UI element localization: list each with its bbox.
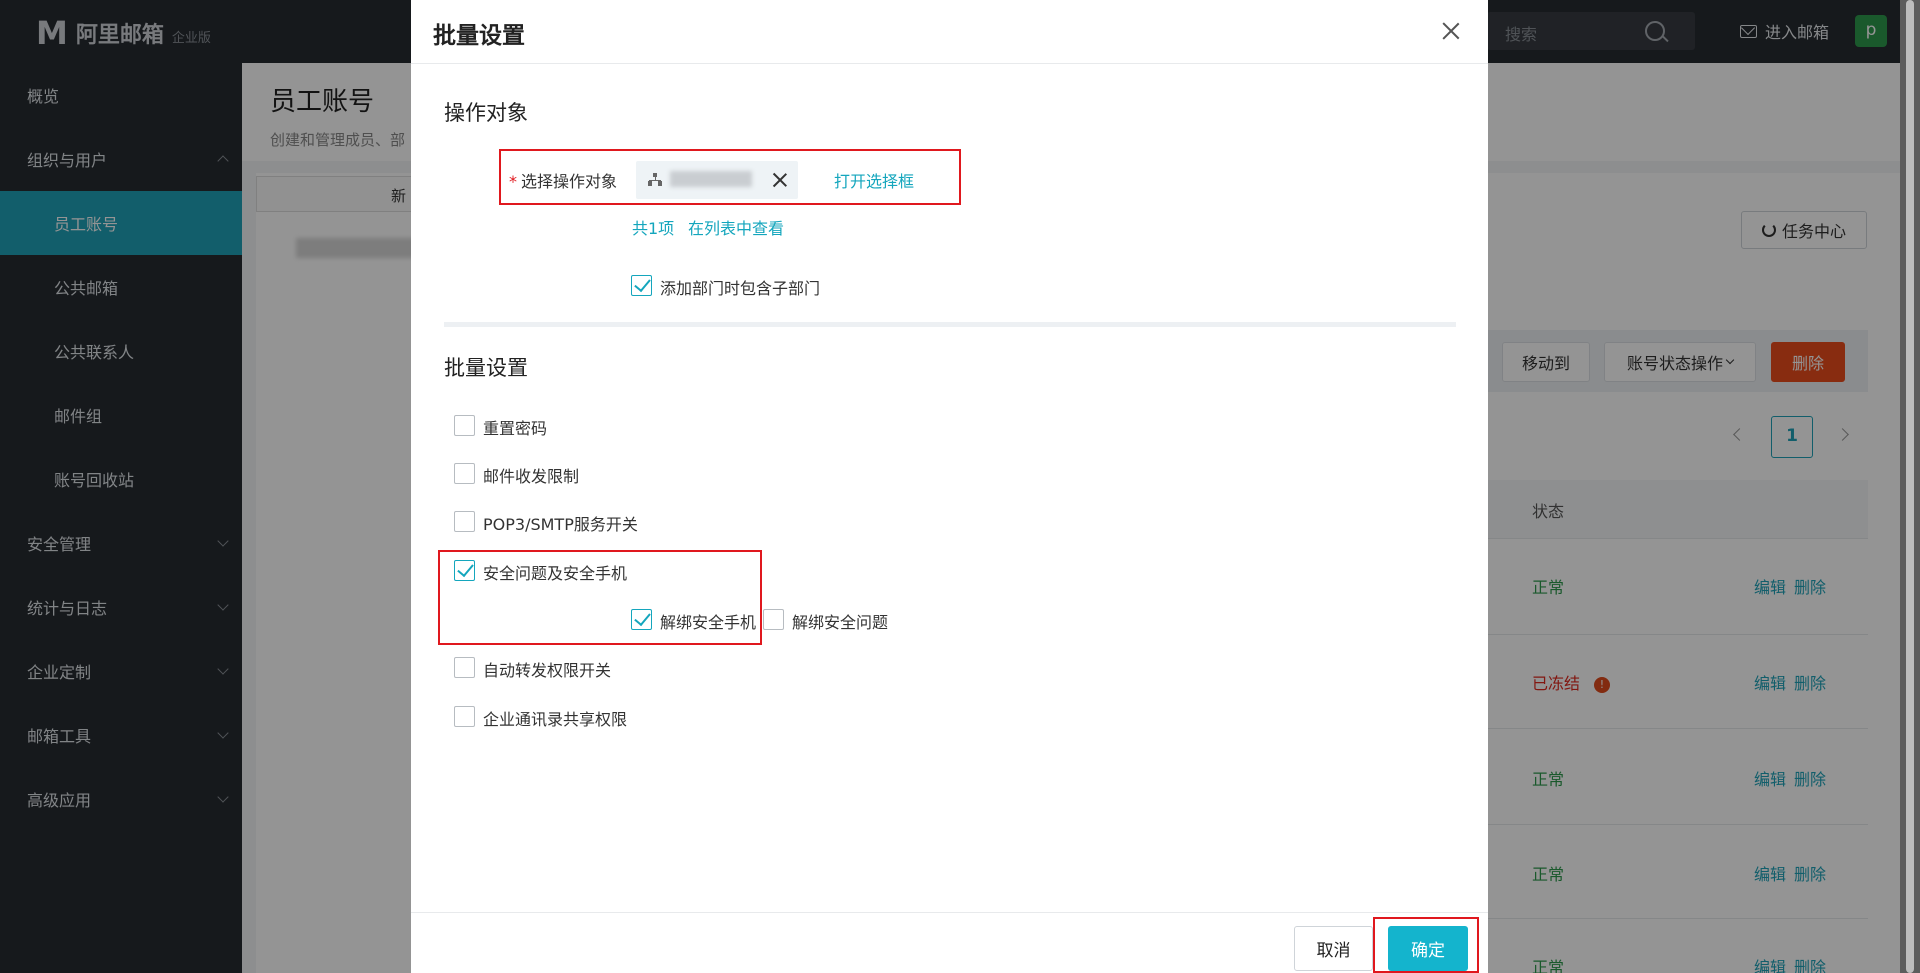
section-divider <box>444 322 1456 327</box>
selected-count: 共1项 <box>632 219 675 238</box>
cancel-button[interactable]: 取消 <box>1294 926 1373 971</box>
batch-settings-dialog: 批量设置 操作对象 * 选择操作对象 打开选择框 共1项 在列表中查看 添加部门时… <box>411 0 1488 973</box>
directory-share-label[interactable]: 企业通讯录共享权限 <box>483 706 627 730</box>
target-label-text: 选择操作对象 <box>521 172 618 191</box>
dialog-title: 批量设置 <box>433 23 525 49</box>
remove-tag-icon[interactable] <box>772 172 788 188</box>
security-question-phone-checkbox[interactable] <box>454 560 475 581</box>
page-scrollbar[interactable] <box>1900 0 1920 973</box>
selected-target-name <box>670 171 752 187</box>
confirm-button[interactable]: 确定 <box>1388 926 1468 971</box>
section-title-batch: 批量设置 <box>444 356 528 380</box>
target-label: * 选择操作对象 <box>509 168 617 192</box>
auto-forward-label[interactable]: 自动转发权限开关 <box>483 657 611 681</box>
security-question-phone-label[interactable]: 安全问题及安全手机 <box>483 560 627 584</box>
include-subdepartments-checkbox[interactable] <box>631 275 652 296</box>
scrollbar-thumb[interactable] <box>1906 0 1914 973</box>
mail-limit-label[interactable]: 邮件收发限制 <box>483 463 579 487</box>
open-selector-link[interactable]: 打开选择框 <box>834 168 914 192</box>
close-icon[interactable] <box>1440 20 1462 42</box>
pop3-smtp-label[interactable]: POP3/SMTP服务开关 <box>483 511 638 535</box>
view-in-list-link[interactable]: 在列表中查看 <box>688 215 784 239</box>
auto-forward-checkbox[interactable] <box>454 657 475 678</box>
pop3-smtp-checkbox[interactable] <box>454 511 475 532</box>
reset-password-label[interactable]: 重置密码 <box>483 415 547 439</box>
dialog-header: 批量设置 <box>411 0 1488 64</box>
unbind-question-label[interactable]: 解绑安全问题 <box>792 609 888 633</box>
section-title-target: 操作对象 <box>444 101 528 125</box>
org-structure-icon <box>648 173 662 187</box>
required-mark: * <box>509 172 517 191</box>
unbind-phone-checkbox[interactable] <box>631 609 652 630</box>
unbind-phone-label[interactable]: 解绑安全手机 <box>660 609 756 633</box>
include-subdepartments-label[interactable]: 添加部门时包含子部门 <box>660 275 820 299</box>
directory-share-checkbox[interactable] <box>454 706 475 727</box>
unbind-question-checkbox[interactable] <box>763 609 784 630</box>
mail-limit-checkbox[interactable] <box>454 463 475 484</box>
selected-target-tag <box>636 161 798 199</box>
reset-password-checkbox[interactable] <box>454 415 475 436</box>
